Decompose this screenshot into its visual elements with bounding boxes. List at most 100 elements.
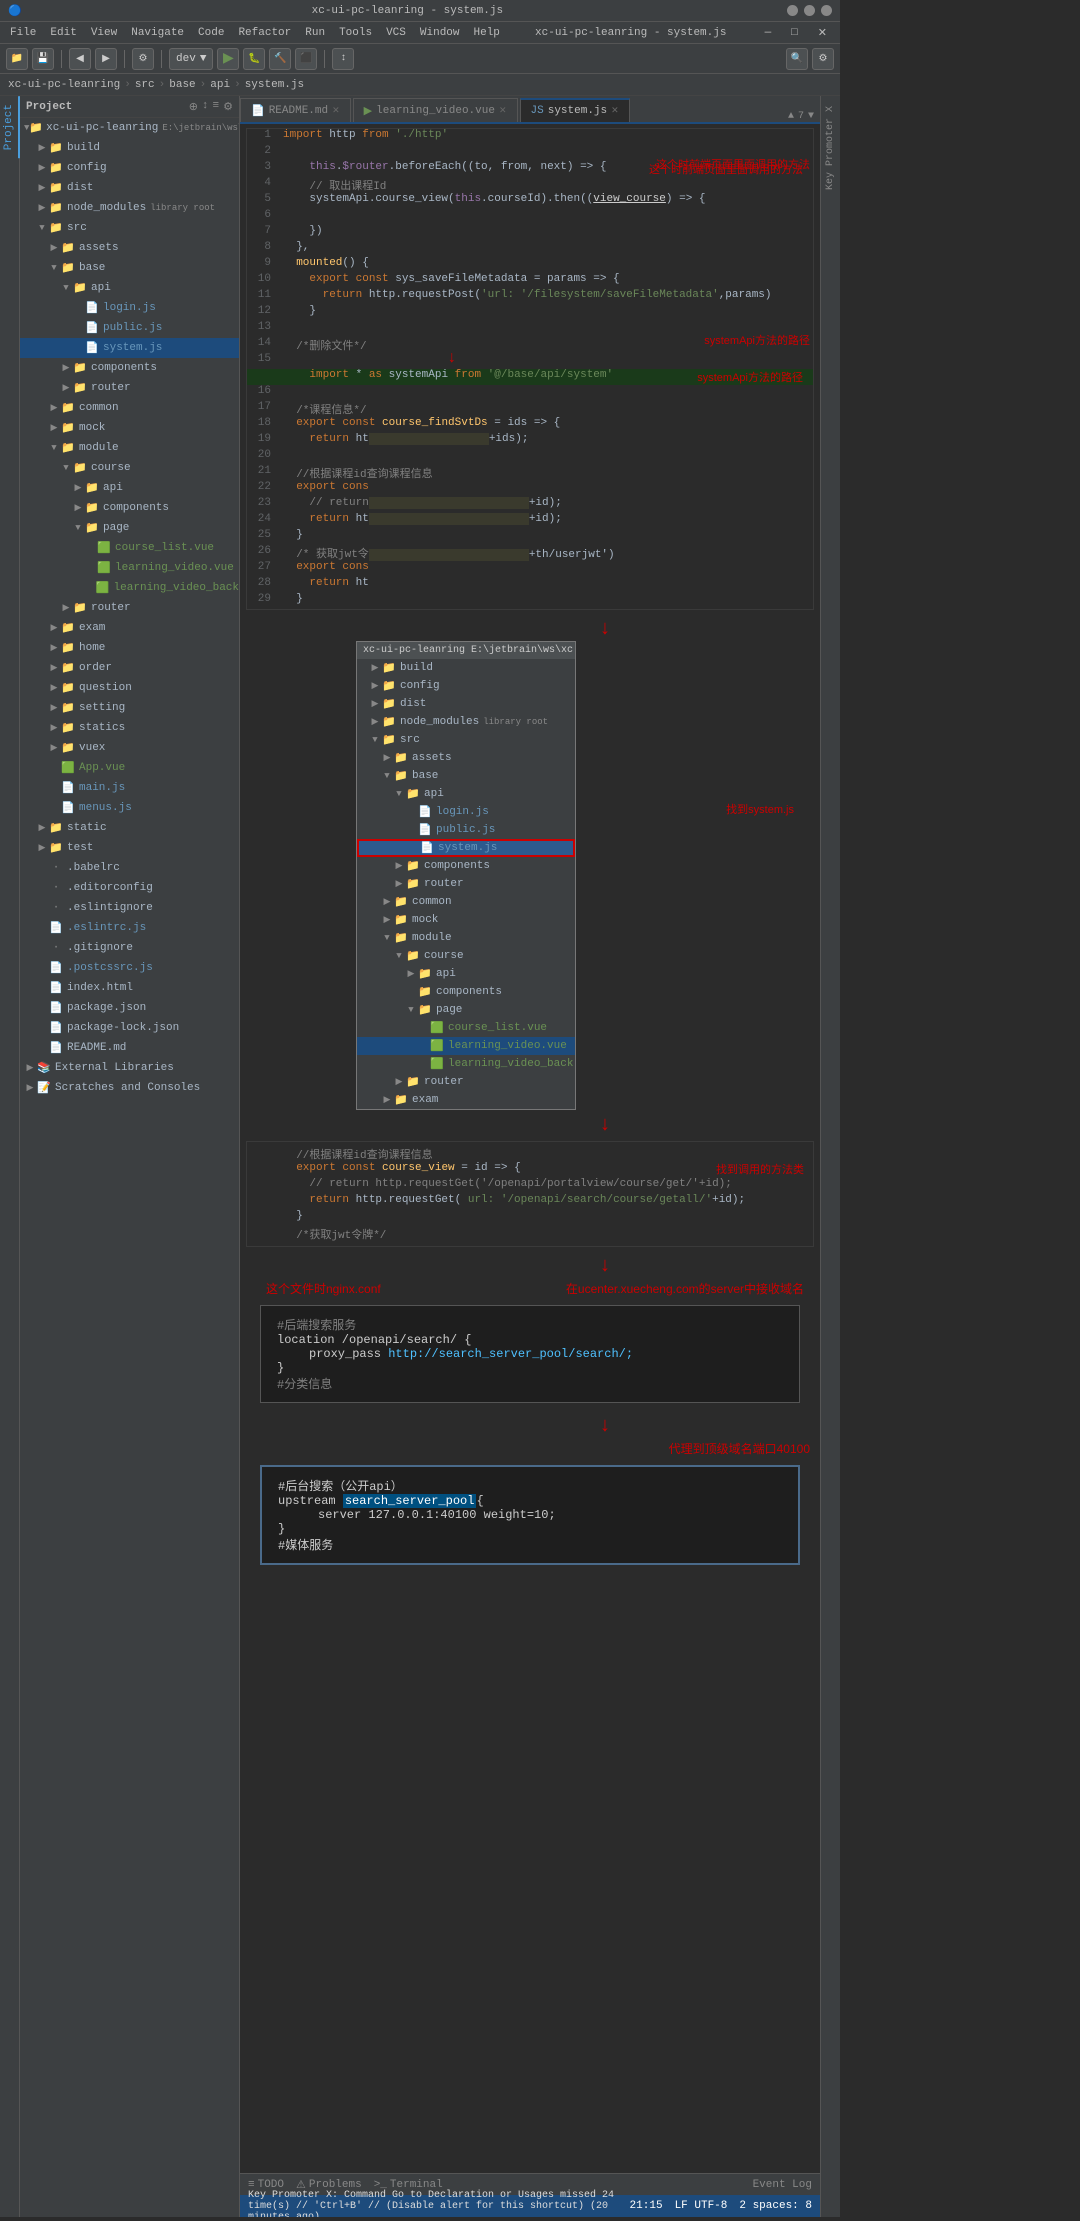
breadcrumb-part-4[interactable]: system.js [245, 79, 304, 91]
tree-postcssrc[interactable]: ▶ 📄 .postcssrc.js [20, 958, 239, 978]
open-recent-btn[interactable]: 📁 [6, 48, 28, 70]
tree-module-router[interactable]: ▶ 📁 router [20, 598, 239, 618]
tree-babelrc[interactable]: ▶ · .babelrc [20, 858, 239, 878]
tree-exam[interactable]: ▶ 📁 exam [20, 618, 239, 638]
tree-login-js[interactable]: ▶ 📄 login.js [20, 298, 239, 318]
tab-readme[interactable]: 📄 README.md ✕ [240, 98, 351, 122]
settings-btn[interactable]: ⚙ [812, 48, 834, 70]
editor-scroll-up[interactable]: ▲ [788, 111, 794, 122]
tree-assets[interactable]: ▶ 📁 assets [20, 238, 239, 258]
tree-dist[interactable]: ▶ 📁 dist [20, 178, 239, 198]
menu-code[interactable]: Code [192, 25, 230, 41]
tree-menus-js[interactable]: ▶ 📄 menus.js [20, 798, 239, 818]
tab-system-close[interactable]: ✕ [611, 106, 619, 116]
menu-window[interactable]: Window [414, 25, 466, 41]
editor-content[interactable]: 1 import http from './http' 2 3 this.$ro… [240, 124, 820, 2173]
editor-scroll-down[interactable]: ▼ [808, 111, 814, 122]
tree-package-json[interactable]: ▶ 📄 package.json [20, 998, 239, 1018]
tree-statics[interactable]: ▶ 📁 statics [20, 718, 239, 738]
save-btn[interactable]: 💾 [32, 48, 54, 70]
tree-test[interactable]: ▶ 📁 test [20, 838, 239, 858]
tab-readme-close[interactable]: ✕ [332, 106, 340, 116]
tree-app-vue[interactable]: ▶ 🟩 App.vue [20, 758, 239, 778]
build-btn[interactable]: 🔨 [269, 48, 291, 70]
menu-navigate[interactable]: Navigate [125, 25, 190, 41]
sidebar-icon-1[interactable]: ⊕ [189, 100, 198, 114]
breadcrumb-part-3[interactable]: api [210, 79, 230, 91]
tree-index-html[interactable]: ▶ 📄 index.html [20, 978, 239, 998]
tree-public-js[interactable]: ▶ 📄 public.js [20, 318, 239, 338]
run-config-dropdown[interactable]: dev ▼ [169, 48, 213, 70]
tree-system-js[interactable]: ▶ 📄 system.js [20, 338, 239, 358]
tree-vuex[interactable]: ▶ 📁 vuex [20, 738, 239, 758]
forward-btn[interactable]: ▶ [95, 48, 117, 70]
menu-view[interactable]: View [85, 25, 123, 41]
close-icon[interactable]: ✕ [812, 24, 833, 42]
tree-readme[interactable]: ▶ 📄 README.md [20, 1038, 239, 1058]
tree-course[interactable]: ▼ 📁 course [20, 458, 239, 478]
event-log-btn[interactable]: Event Log [753, 2179, 812, 2191]
close-btn[interactable] [821, 5, 832, 16]
breadcrumb-part-0[interactable]: xc-ui-pc-leanring [8, 79, 120, 91]
tree-components[interactable]: ▶ 📁 components [20, 358, 239, 378]
tree-mock[interactable]: ▶ 📁 mock [20, 418, 239, 438]
tree-gitignore[interactable]: ▶ · .gitignore [20, 938, 239, 958]
minimize-btn[interactable] [787, 5, 798, 16]
tree-api[interactable]: ▼ 📁 api [20, 278, 239, 298]
breadcrumb-part-2[interactable]: base [169, 79, 195, 91]
tree-router[interactable]: ▶ 📁 router [20, 378, 239, 398]
tree-course-list[interactable]: ▶ 🟩 course_list.vue [20, 538, 239, 558]
stop-btn[interactable]: ⬛ [295, 48, 317, 70]
restore-icon[interactable]: □ [785, 25, 804, 41]
debug-btn[interactable]: 🐛 [243, 48, 265, 70]
tree-node-modules[interactable]: ▶ 📁 node_modules library root [20, 198, 239, 218]
minimize-icon[interactable]: — [759, 25, 778, 41]
project-tab[interactable]: Project [0, 96, 20, 158]
menu-vcs[interactable]: VCS [380, 25, 412, 41]
tree-static[interactable]: ▶ 📁 static [20, 818, 239, 838]
tree-course-api[interactable]: ▶ 📁 api [20, 478, 239, 498]
menu-file[interactable]: File [4, 25, 42, 41]
menu-refactor[interactable]: Refactor [232, 25, 297, 41]
menu-edit[interactable]: Edit [44, 25, 82, 41]
sidebar-icon-4[interactable]: ⚙ [223, 100, 233, 114]
tree-order[interactable]: ▶ 📁 order [20, 658, 239, 678]
tree-learning-video-back[interactable]: ▶ 🟩 learning_video_back [20, 578, 239, 598]
tree-course-components[interactable]: ▶ 📁 components [20, 498, 239, 518]
tree-main-js[interactable]: ▶ 📄 main.js [20, 778, 239, 798]
tree-scratches[interactable]: ▶ 📝 Scratches and Consoles [20, 1078, 239, 1098]
breadcrumb-part-1[interactable]: src [135, 79, 155, 91]
sidebar-icon-3[interactable]: ≡ [213, 100, 220, 114]
back-btn[interactable]: ◀ [69, 48, 91, 70]
tab-system-js[interactable]: JS system.js ✕ [520, 98, 630, 122]
nginx-link[interactable]: http://search_server_pool/search/; [388, 1347, 633, 1361]
menu-tools[interactable]: Tools [333, 25, 378, 41]
sidebar-icon-2[interactable]: ↕ [202, 100, 209, 114]
tree-src[interactable]: ▼ 📁 src [20, 218, 239, 238]
tree-config[interactable]: ▶ 📁 config [20, 158, 239, 178]
run-btn[interactable]: ▶ [217, 48, 239, 70]
tree-package-lock[interactable]: ▶ 📄 package-lock.json [20, 1018, 239, 1038]
search-everywhere-btn[interactable]: 🔍 [786, 48, 808, 70]
tree-common[interactable]: ▶ 📁 common [20, 398, 239, 418]
tree-eslintrc[interactable]: ▶ 📄 .eslintrc.js [20, 918, 239, 938]
tree-learning-video[interactable]: ▶ 🟩 learning_video.vue [20, 558, 239, 578]
vcs-btn[interactable]: ↕ [332, 48, 354, 70]
window-controls[interactable] [787, 5, 832, 16]
tree-editorconfig[interactable]: ▶ · .editorconfig [20, 878, 239, 898]
tree-root[interactable]: ▼ 📁 xc-ui-pc-leanring E:\jetbrain\ws\xc [20, 118, 239, 138]
key-promoter-tab[interactable]: Key Promoter X [823, 100, 838, 196]
tree-eslintignore[interactable]: ▶ · .eslintignore [20, 898, 239, 918]
menu-help[interactable]: Help [468, 25, 506, 41]
restore-btn[interactable] [804, 5, 815, 16]
tab-learning-video[interactable]: ▶ learning_video.vue ✕ [353, 98, 518, 122]
tree-setting[interactable]: ▶ 📁 setting [20, 698, 239, 718]
tree-page[interactable]: ▼ 📁 page [20, 518, 239, 538]
tree-build[interactable]: ▶ 📁 build [20, 138, 239, 158]
tree-base[interactable]: ▼ 📁 base [20, 258, 239, 278]
menu-run[interactable]: Run [299, 25, 331, 41]
tree-ext-libs[interactable]: ▶ 📚 External Libraries [20, 1058, 239, 1078]
tree-module[interactable]: ▼ 📁 module [20, 438, 239, 458]
tree-home[interactable]: ▶ 📁 home [20, 638, 239, 658]
tab-learning-close[interactable]: ✕ [499, 106, 507, 116]
